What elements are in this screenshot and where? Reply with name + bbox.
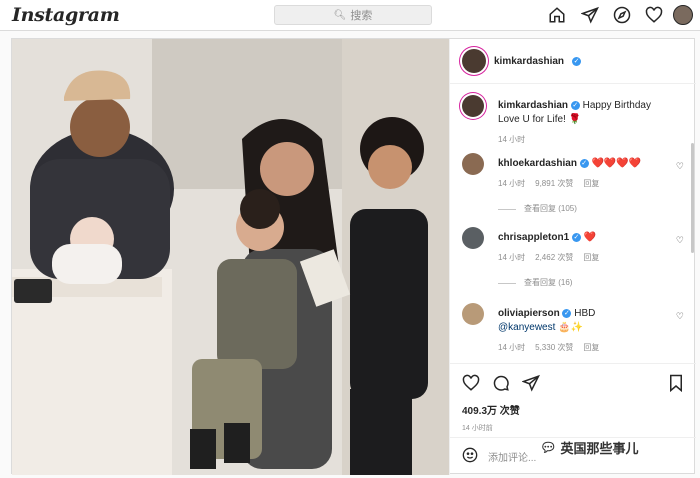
emoji-icon: 🎂✨ <box>558 322 584 333</box>
view-replies-button[interactable]: 查看回复 (105) <box>498 202 670 216</box>
wechat-icon: 💬︎ <box>540 439 557 455</box>
comment-text: ❤️ <box>583 232 597 243</box>
comment-likes[interactable]: 5,330 次赞 <box>535 341 573 355</box>
explore-compass-icon[interactable] <box>612 5 632 25</box>
caption-body: kimkardashian ✓ Happy Birthday Love U fo… <box>498 99 670 147</box>
post-actions: 409.3万 次赞 14 小时前 <box>450 363 696 433</box>
comment-text: ❤️❤️❤️❤️ <box>591 158 642 169</box>
like-heart-icon[interactable] <box>462 374 480 397</box>
comment-likes[interactable]: 9,891 次赞 <box>535 177 573 191</box>
comments-scrollbar[interactable] <box>691 143 694 253</box>
mention-link[interactable]: @kanyewest <box>498 322 555 333</box>
share-icon[interactable] <box>521 374 540 397</box>
view-replies-label: 查看回复 (105) <box>524 204 577 213</box>
comment-body: chrisappleton1 ✓ ❤️ 14 小时 2,462 次赞 回复 查看… <box>498 231 670 290</box>
post-sidebar: kimkardashian ✓ kimkardashian ✓ Happy Bi… <box>449 39 696 475</box>
watermark-text: 英国那些事儿 <box>560 441 639 456</box>
top-navigation-bar: Instagram 🔍︎ 搜索 <box>0 0 700 31</box>
comment-bubble-icon[interactable] <box>492 374 510 397</box>
caption-time: 14 小时 <box>498 135 526 144</box>
caption-line1: Happy Birthday <box>582 100 651 111</box>
view-replies-label: 查看回复 (16) <box>524 278 573 287</box>
search-icon: 🔍︎ <box>333 9 347 21</box>
replies-divider <box>498 208 516 210</box>
commenter-avatar[interactable] <box>462 153 484 175</box>
post-author-header: kimkardashian ✓ <box>450 39 696 84</box>
commenter-avatar[interactable] <box>462 303 484 325</box>
activity-heart-icon[interactable] <box>644 5 664 25</box>
reply-button[interactable]: 回复 <box>583 341 599 355</box>
comment-like-heart-icon[interactable]: ♡ <box>676 311 684 322</box>
home-icon[interactable] <box>547 5 567 25</box>
comment-like-heart-icon[interactable]: ♡ <box>676 235 684 246</box>
verified-badge-icon: ✓ <box>562 308 572 318</box>
author-avatar[interactable] <box>462 49 486 73</box>
search-input[interactable]: 🔍︎ 搜索 <box>274 5 432 25</box>
comments-list[interactable]: kimkardashian ✓ Happy Birthday Love U fo… <box>450 85 696 363</box>
post-photo[interactable] <box>12 39 449 475</box>
replies-divider <box>498 282 516 284</box>
comment-likes[interactable]: 2,462 次赞 <box>535 251 573 265</box>
post-container: kimkardashian ✓ kimkardashian ✓ Happy Bi… <box>11 38 696 475</box>
comment-time: 14 小时 <box>498 253 526 262</box>
comment-like-heart-icon[interactable]: ♡ <box>676 161 684 172</box>
caption-author-avatar[interactable] <box>462 95 484 117</box>
bookmark-icon[interactable] <box>668 374 684 397</box>
verified-badge-icon: ✓ <box>572 56 582 66</box>
search-placeholder: 搜索 <box>350 10 373 22</box>
comment-body: khloekardashian ✓ ❤️❤️❤️❤️ 14 小时 9,891 次… <box>498 157 670 216</box>
comment-time: 14 小时 <box>498 179 526 188</box>
rose-emoji-icon: 🌹 <box>568 114 582 125</box>
post-time: 14 小时前 <box>462 425 493 432</box>
direct-message-icon[interactable] <box>580 5 600 25</box>
emoji-smiley-icon[interactable] <box>462 447 478 466</box>
author-username[interactable]: kimkardashian <box>494 56 564 67</box>
commenter-avatar[interactable] <box>462 227 484 249</box>
caption-line2: Love U for Life! <box>498 114 566 125</box>
view-replies-button[interactable]: 查看回复 (16) <box>498 276 670 290</box>
comment-username[interactable]: chrisappleton1 <box>498 232 569 243</box>
watermark: 💬︎ 英国那些事儿 <box>540 438 639 457</box>
verified-badge-icon: ✓ <box>570 100 580 110</box>
family-photo-illustration <box>12 39 449 475</box>
profile-avatar[interactable] <box>673 5 693 25</box>
reply-button[interactable]: 回复 <box>583 177 599 191</box>
add-comment-placeholder: 添加评论... <box>488 453 537 464</box>
reply-button[interactable]: 回复 <box>583 251 599 265</box>
likes-count[interactable]: 409.3万 次赞 <box>462 402 684 417</box>
caption-author-username[interactable]: kimkardashian <box>498 100 568 111</box>
instagram-logo[interactable]: Instagram <box>12 4 120 26</box>
comment-username[interactable]: khloekardashian <box>498 158 577 169</box>
verified-badge-icon: ✓ <box>579 158 589 168</box>
comment-body: oliviapierson ✓ HBD @kanyewest 🎂✨ 14 小时 … <box>498 307 670 355</box>
comment-username[interactable]: oliviapierson <box>498 308 560 319</box>
comment-time: 14 小时 <box>498 343 526 352</box>
comment-text: HBD <box>574 308 596 319</box>
action-icons-row <box>462 374 684 396</box>
verified-badge-icon: ✓ <box>571 232 581 242</box>
